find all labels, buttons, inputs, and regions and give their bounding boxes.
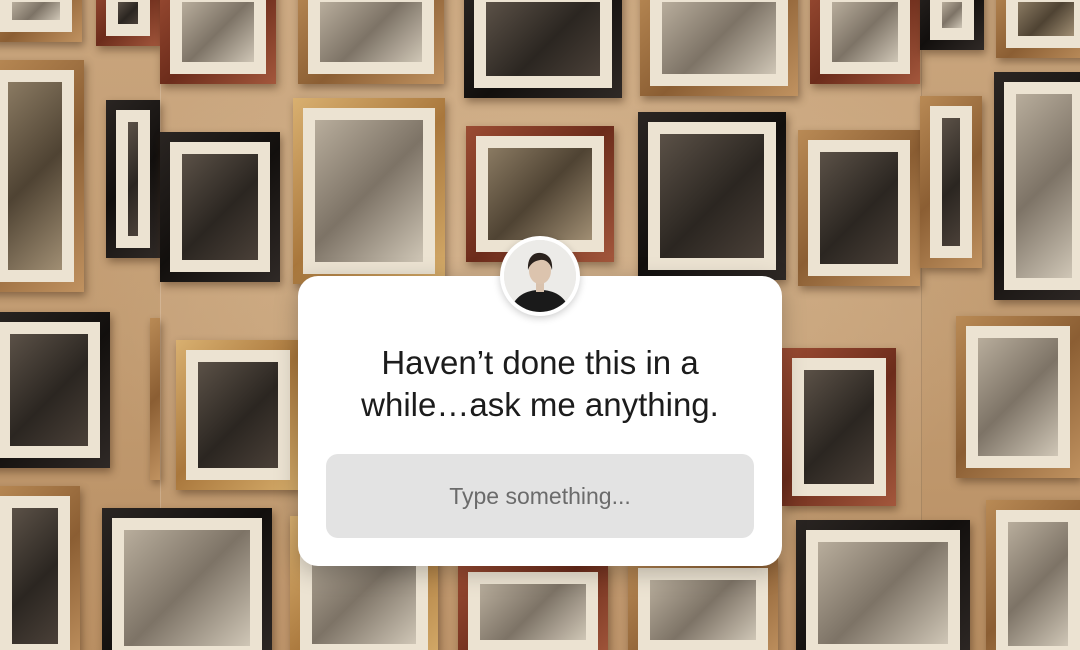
question-response-placeholder: Type something...: [449, 482, 631, 509]
picture-frame: [920, 96, 982, 268]
profile-photo-icon: [504, 240, 576, 312]
picture-frame: [176, 340, 300, 490]
picture-frame: [640, 0, 798, 96]
picture-frame: [798, 130, 920, 286]
story-canvas: Haven’t done this in a while…ask me anyt…: [0, 0, 1080, 650]
picture-frame: [150, 318, 160, 480]
avatar: [500, 236, 580, 316]
picture-frame: [810, 0, 920, 84]
picture-frame: [628, 558, 778, 650]
picture-frame: [160, 0, 276, 84]
picture-frame: [298, 0, 444, 84]
question-response-input[interactable]: Type something...: [326, 454, 754, 538]
picture-frame: [920, 0, 984, 50]
picture-frame: [464, 0, 622, 98]
picture-frame: [638, 112, 786, 280]
picture-frame: [458, 562, 608, 650]
picture-frame: [106, 100, 160, 258]
picture-frame: [293, 98, 445, 284]
picture-frame: [986, 500, 1080, 650]
picture-frame: [0, 0, 82, 42]
picture-frame: [0, 60, 84, 292]
picture-frame: [956, 316, 1080, 478]
question-prompt: Haven’t done this in a while…ask me anyt…: [298, 342, 782, 426]
picture-frame: [96, 0, 160, 46]
picture-frame: [782, 348, 896, 506]
picture-frame: [996, 0, 1080, 58]
picture-frame: [102, 508, 272, 650]
picture-frame: [0, 312, 110, 468]
picture-frame: [160, 132, 280, 282]
question-sticker: Haven’t done this in a while…ask me anyt…: [298, 276, 782, 566]
question-prompt-line-2: while…ask me anything.: [361, 386, 719, 423]
picture-frame: [796, 520, 970, 650]
picture-frame: [0, 486, 80, 650]
question-prompt-line-1: Haven’t done this in a: [381, 344, 699, 381]
picture-frame: [994, 72, 1080, 300]
